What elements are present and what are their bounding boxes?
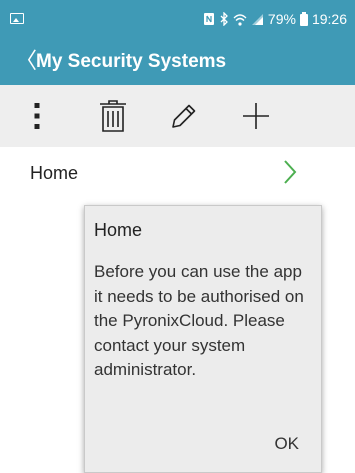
status-icons: 79% 19:26 bbox=[203, 11, 347, 27]
delete-button[interactable] bbox=[93, 96, 133, 136]
status-bar: 79% 19:26 bbox=[0, 0, 355, 40]
list-item-label: Home bbox=[30, 163, 79, 183]
trash-icon bbox=[100, 100, 126, 132]
more-options-button[interactable] bbox=[17, 96, 57, 136]
battery-percent: 79% bbox=[267, 11, 296, 27]
more-vert-icon bbox=[34, 103, 40, 129]
dialog-title: Home bbox=[94, 220, 143, 240]
list-item[interactable]: Home bbox=[0, 147, 355, 199]
back-button[interactable]: 〈 bbox=[15, 48, 37, 74]
page-title: My Security Systems bbox=[36, 51, 227, 72]
app-bar: 〈 My Security Systems bbox=[0, 40, 355, 85]
chevron-right-icon bbox=[284, 160, 297, 184]
add-button[interactable] bbox=[236, 96, 276, 136]
image-icon bbox=[10, 13, 24, 24]
pencil-icon bbox=[172, 104, 196, 128]
battery-icon bbox=[299, 12, 308, 26]
clock: 19:26 bbox=[311, 11, 347, 27]
wifi-icon bbox=[233, 13, 247, 26]
toolbar bbox=[0, 85, 355, 147]
bluetooth-icon bbox=[220, 12, 228, 26]
dialog-message: Before you can use the app it needs to b… bbox=[94, 262, 304, 379]
edit-button[interactable] bbox=[164, 96, 204, 136]
plus-icon bbox=[243, 103, 269, 129]
alert-dialog: Home Before you can use the app it needs… bbox=[84, 205, 322, 473]
ok-button[interactable]: OK bbox=[274, 434, 299, 454]
signal-icon bbox=[251, 13, 263, 25]
nfc-icon bbox=[203, 13, 214, 25]
